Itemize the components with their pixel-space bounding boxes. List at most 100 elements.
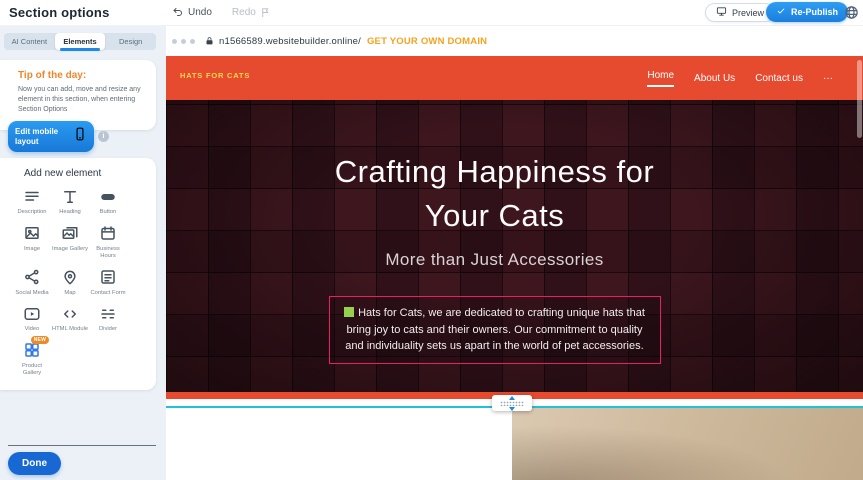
undo-redo-group: Undo Redo	[172, 6, 271, 18]
monitor-icon	[716, 6, 727, 19]
element-contact-form[interactable]: Contact Form	[89, 268, 127, 298]
phone-icon	[73, 126, 87, 147]
hero-heading-line1: Crafting Happiness for	[335, 150, 654, 194]
redo-label: Redo	[232, 7, 256, 18]
social-media-icon	[23, 268, 41, 287]
map-icon	[61, 268, 79, 287]
element-label: Business Hours	[89, 246, 127, 261]
element-grid: Description Heading Button Image Image G…	[0, 187, 156, 378]
element-drag-handle[interactable]	[344, 307, 354, 317]
nav-contact-us[interactable]: Contact us	[755, 73, 803, 84]
browser-bar: n1566589.websitebuilder.online/ GET YOUR…	[166, 26, 863, 56]
element-label: Contact Form	[90, 290, 125, 298]
nav-home[interactable]: Home	[647, 70, 674, 87]
arrow-down-icon	[509, 407, 515, 411]
tip-body: Now you can add, move and resize any ele…	[18, 85, 146, 115]
site-url[interactable]: n1566589.websitebuilder.online/	[219, 36, 361, 47]
element-button[interactable]: Button	[89, 187, 127, 217]
grip-dots-icon	[500, 401, 524, 406]
divider-icon	[99, 304, 117, 323]
tab-design[interactable]: Design	[105, 33, 156, 50]
element-html-module[interactable]: HTML Module	[51, 304, 89, 334]
traffic-dots-icon	[172, 39, 195, 44]
element-label: Social Media	[15, 290, 48, 298]
sidebar: AI Content Elements Design Tip of the da…	[0, 26, 166, 480]
tab-elements[interactable]: Elements	[55, 33, 106, 50]
site-logo[interactable]: HATS FOR CATS	[180, 71, 250, 80]
app-window: Section options Undo Redo Preview Re-Pub…	[0, 0, 863, 480]
nav-more-icon[interactable]: ···	[823, 73, 833, 84]
element-label: Video	[25, 326, 40, 334]
hero-subheading[interactable]: More than Just Accessories	[385, 250, 603, 270]
redo-button[interactable]: Redo	[232, 7, 271, 18]
element-heading[interactable]: Heading	[51, 187, 89, 217]
edit-mobile-label: Edit mobile layout	[15, 127, 67, 146]
undo-button[interactable]: Undo	[172, 6, 212, 18]
element-map[interactable]: Map	[51, 268, 89, 298]
hero-paragraph-element[interactable]: Hats for Cats, we are dedicated to craft…	[329, 296, 661, 364]
element-divider[interactable]: Divider	[89, 304, 127, 334]
product-gallery-icon: NEW	[23, 341, 41, 360]
hero-paragraph-text: Hats for Cats, we are dedicated to craft…	[345, 307, 645, 352]
get-domain-link[interactable]: GET YOUR OWN DOMAIN	[367, 36, 487, 47]
business-hours-icon	[99, 224, 117, 243]
nav-about-us[interactable]: About Us	[694, 73, 735, 84]
video-icon	[23, 304, 41, 323]
check-icon	[776, 6, 786, 18]
description-icon	[23, 187, 41, 206]
next-section-blank	[166, 408, 512, 480]
hero-heading-line2: Your Cats	[335, 194, 654, 238]
hero-heading[interactable]: Crafting Happiness for Your Cats	[335, 150, 654, 238]
edit-mobile-layout-button[interactable]: Edit mobile layout	[8, 121, 94, 152]
contact-form-icon	[99, 268, 117, 287]
heading-icon	[61, 187, 79, 206]
preview-button[interactable]: Preview	[705, 3, 775, 22]
element-product-gallery[interactable]: NEW Product Gallery	[13, 341, 51, 378]
arrow-up-icon	[509, 396, 515, 400]
done-button[interactable]: Done	[8, 452, 61, 475]
preview-area: n1566589.websitebuilder.online/ GET YOUR…	[166, 26, 863, 480]
info-icon[interactable]: i	[98, 131, 109, 142]
element-social-media[interactable]: Social Media	[13, 268, 51, 298]
element-label: HTML Module	[52, 326, 88, 334]
add-element-panel: Add new element Description Heading Butt…	[0, 158, 156, 390]
site-preview: HATS FOR CATS Home About Us Contact us ·…	[166, 56, 863, 406]
button-icon	[99, 187, 117, 206]
tip-title: Tip of the day:	[18, 70, 146, 81]
image-gallery-icon	[61, 224, 79, 243]
next-section-image	[512, 408, 863, 480]
element-label: Image	[24, 246, 40, 254]
element-label: Divider	[99, 326, 117, 334]
element-label: Map	[64, 290, 75, 298]
element-label: Image Gallery	[52, 246, 88, 254]
image-icon	[23, 224, 41, 243]
tab-ai-content[interactable]: AI Content	[4, 33, 55, 50]
top-bar: Section options Undo Redo Preview Re-Pub…	[0, 0, 863, 26]
site-header: HATS FOR CATS Home About Us Contact us ·…	[166, 56, 863, 100]
hero-paragraph: Hats for Cats, we are dedicated to craft…	[340, 305, 650, 355]
hero-section: Crafting Happiness for Your Cats More th…	[166, 100, 863, 399]
new-badge: NEW	[31, 336, 49, 344]
element-image-gallery[interactable]: Image Gallery	[51, 224, 89, 261]
tip-card: Tip of the day: Now you can add, move an…	[0, 60, 156, 130]
lock-icon	[205, 36, 214, 46]
page-title: Section options	[9, 5, 110, 20]
element-image[interactable]: Image	[13, 224, 51, 261]
element-video[interactable]: Video	[13, 304, 51, 334]
undo-icon	[172, 6, 184, 18]
republish-label: Re-Publish	[791, 7, 838, 17]
republish-button[interactable]: Re-Publish	[766, 2, 848, 22]
element-label: Description	[18, 209, 47, 217]
sidebar-tabs: AI Content Elements Design	[4, 33, 156, 50]
site-nav: Home About Us Contact us ···	[647, 56, 833, 100]
element-label: Heading	[59, 209, 81, 217]
add-element-title: Add new element	[0, 168, 156, 179]
globe-icon[interactable]	[844, 5, 859, 25]
preview-scrollbar[interactable]	[857, 60, 862, 138]
section-resize-handle[interactable]	[492, 395, 532, 411]
preview-label: Preview	[732, 8, 764, 18]
element-business-hours[interactable]: Business Hours	[89, 224, 127, 261]
element-description[interactable]: Description	[13, 187, 51, 217]
undo-label: Undo	[188, 7, 212, 18]
html-module-icon	[61, 304, 79, 323]
